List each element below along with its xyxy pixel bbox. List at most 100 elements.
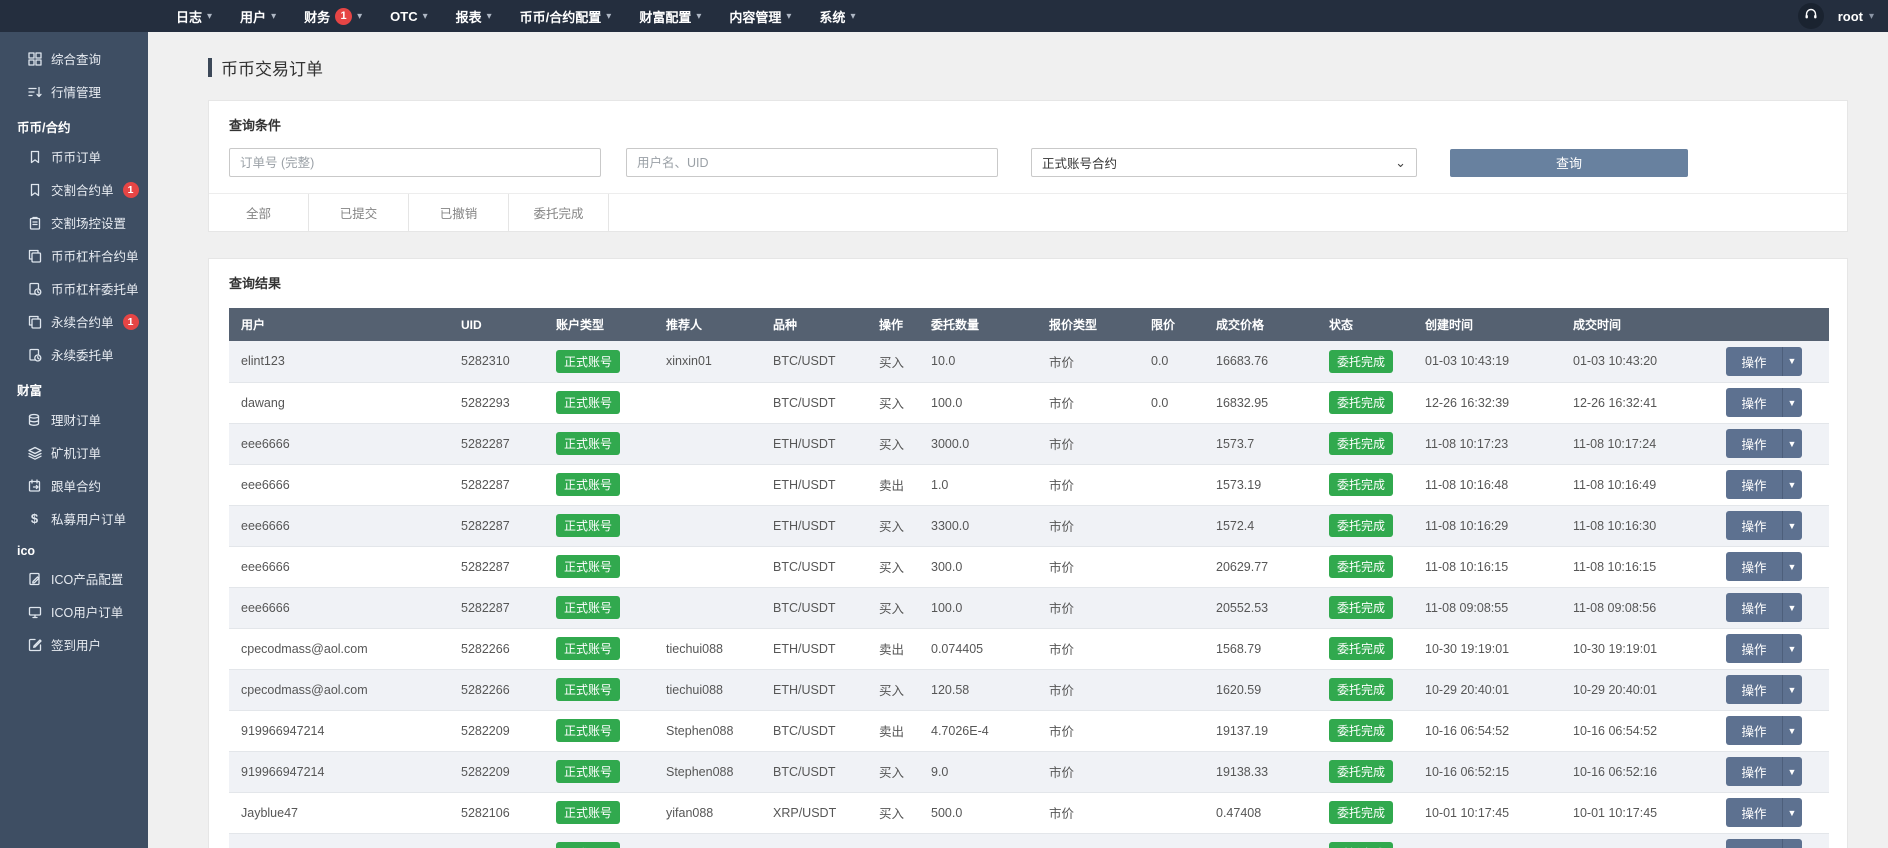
sidebar-item-3[interactable]: 币币订单 xyxy=(0,140,148,173)
user-cell: eee6666 xyxy=(229,505,449,546)
order-number-input[interactable] xyxy=(229,148,601,177)
row-action-dropdown-toggle[interactable]: ▼ xyxy=(1783,798,1802,827)
row-action-dropdown-toggle[interactable]: ▼ xyxy=(1783,839,1802,848)
status-badge: 委托完成 xyxy=(1329,637,1393,660)
nav-item-5[interactable]: 币币/合约配置▾ xyxy=(506,0,626,32)
tab-0[interactable]: 全部 xyxy=(209,194,309,231)
pair-cell: ETH/USDT xyxy=(761,628,867,669)
table-row: elint1235282310正式账号xinxin01BTC/USDT买入10.… xyxy=(229,341,1829,382)
row-action-button[interactable]: 操作▼ xyxy=(1726,757,1801,786)
sidebar-item-9[interactable]: 永续委托单 xyxy=(0,338,148,371)
row-action-label[interactable]: 操作 xyxy=(1726,552,1782,581)
row-action-button[interactable]: 操作▼ xyxy=(1726,347,1801,376)
sidebar-item-17[interactable]: ICO用户订单 xyxy=(0,595,148,628)
dealt-cell: 10-16 06:52:16 xyxy=(1561,751,1699,792)
row-action-button[interactable]: 操作▼ xyxy=(1726,470,1801,499)
column-header: 品种 xyxy=(761,308,867,341)
orders-table: 用户UID账户类型推荐人品种操作委托数量报价类型限价成交价格状态创建时间成交时间… xyxy=(229,308,1829,848)
row-action-label[interactable]: 操作 xyxy=(1726,593,1782,622)
account-type-badge: 正式账号 xyxy=(556,760,620,783)
tab-3[interactable]: 委托完成 xyxy=(509,194,609,231)
user-menu[interactable]: root ▾ xyxy=(1838,9,1874,24)
row-action-button[interactable]: 操作▼ xyxy=(1726,593,1801,622)
support-button[interactable] xyxy=(1798,3,1824,29)
row-action-button[interactable]: 操作▼ xyxy=(1726,511,1801,540)
sidebar-item-8[interactable]: 永续合约单1 xyxy=(0,305,148,338)
row-action-dropdown-toggle[interactable]: ▼ xyxy=(1783,429,1802,458)
sidebar-item-7[interactable]: 币币杠杆委托单 xyxy=(0,272,148,305)
tab-2[interactable]: 已撤销 xyxy=(409,194,509,231)
amount-cell: 120.58 xyxy=(919,669,1037,710)
status-cell: 委托完成 xyxy=(1317,669,1413,710)
row-action-dropdown-toggle[interactable]: ▼ xyxy=(1783,388,1802,417)
nav-item-6[interactable]: 财富配置▾ xyxy=(625,0,715,32)
row-action-dropdown-toggle[interactable]: ▼ xyxy=(1783,634,1802,663)
row-action-button[interactable]: 操作▼ xyxy=(1726,634,1801,663)
row-action-label[interactable]: 操作 xyxy=(1726,634,1782,663)
sidebar-item-11[interactable]: 理财订单 xyxy=(0,403,148,436)
nav-item-0[interactable]: 日志▾ xyxy=(162,0,226,32)
column-header: 操作 xyxy=(867,308,919,341)
sidebar-item-12[interactable]: 矿机订单 xyxy=(0,436,148,469)
sidebar-item-1[interactable]: 行情管理 xyxy=(0,75,148,108)
row-action-dropdown-toggle[interactable]: ▼ xyxy=(1783,511,1802,540)
status-cell: 委托完成 xyxy=(1317,423,1413,464)
referrer-cell: Stephen088 xyxy=(654,751,761,792)
row-action-dropdown-toggle[interactable]: ▼ xyxy=(1783,757,1802,786)
row-action-dropdown-toggle[interactable]: ▼ xyxy=(1783,675,1802,704)
row-action-label[interactable]: 操作 xyxy=(1726,675,1782,704)
row-action-button[interactable]: 操作▼ xyxy=(1726,429,1801,458)
row-action-label[interactable]: 操作 xyxy=(1726,798,1782,827)
row-action-button[interactable]: 操作▼ xyxy=(1726,798,1801,827)
row-action-button[interactable]: 操作▼ xyxy=(1726,552,1801,581)
row-action-label[interactable]: 操作 xyxy=(1726,757,1782,786)
limit-cell xyxy=(1139,751,1204,792)
row-action-dropdown-toggle[interactable]: ▼ xyxy=(1783,552,1802,581)
sidebar-item-4[interactable]: 交割合约单1 xyxy=(0,173,148,206)
clipboard-icon xyxy=(27,215,42,230)
uid-cell: 5282287 xyxy=(449,505,544,546)
nav-item-1[interactable]: 用户▾ xyxy=(226,0,290,32)
username-uid-input[interactable] xyxy=(626,148,998,177)
sidebar-item-5[interactable]: 交割场控设置 xyxy=(0,206,148,239)
actions-cell: 操作▼ xyxy=(1699,833,1829,848)
row-action-label[interactable]: 操作 xyxy=(1726,839,1782,848)
account-type-select[interactable]: 正式账号合约 ⌄ xyxy=(1031,148,1417,177)
row-action-button[interactable]: 操作▼ xyxy=(1726,716,1801,745)
sidebar-item-18[interactable]: 签到用户 xyxy=(0,628,148,661)
nav-item-2[interactable]: 财务1▾ xyxy=(290,0,376,32)
nav-item-8[interactable]: 系统▾ xyxy=(805,0,869,32)
row-action-label[interactable]: 操作 xyxy=(1726,347,1782,376)
sidebar-item-16[interactable]: ICO产品配置 xyxy=(0,562,148,595)
dollar-icon: $ xyxy=(27,511,42,526)
row-action-label[interactable]: 操作 xyxy=(1726,716,1782,745)
search-button[interactable]: 查询 xyxy=(1450,149,1688,177)
row-action-dropdown-toggle[interactable]: ▼ xyxy=(1783,347,1802,376)
account-type-badge: 正式账号 xyxy=(556,432,620,455)
pair-cell: BTC/USDT xyxy=(761,751,867,792)
user-cell: eee6666 xyxy=(229,546,449,587)
row-action-button[interactable]: 操作▼ xyxy=(1726,675,1801,704)
sidebar-item-6[interactable]: 币币杠杆合约单 xyxy=(0,239,148,272)
user-name: root xyxy=(1838,9,1863,24)
row-action-label[interactable]: 操作 xyxy=(1726,429,1782,458)
sidebar-item-14[interactable]: $私募用户订单 xyxy=(0,502,148,535)
row-action-label[interactable]: 操作 xyxy=(1726,470,1782,499)
nav-item-7[interactable]: 内容管理▾ xyxy=(715,0,805,32)
sidebar-item-0[interactable]: 综合查询 xyxy=(0,42,148,75)
row-action-button[interactable]: 操作▼ xyxy=(1726,388,1801,417)
page-title: 币币交易订单 xyxy=(208,55,1848,80)
row-action-dropdown-toggle[interactable]: ▼ xyxy=(1783,593,1802,622)
row-action-dropdown-toggle[interactable]: ▼ xyxy=(1783,470,1802,499)
row-action-label[interactable]: 操作 xyxy=(1726,388,1782,417)
sidebar-item-13[interactable]: 跟单合约 xyxy=(0,469,148,502)
dealt-cell: 11-08 10:16:30 xyxy=(1561,505,1699,546)
tab-1[interactable]: 已提交 xyxy=(309,194,409,231)
amount-cell: 1.0 xyxy=(919,464,1037,505)
row-action-label[interactable]: 操作 xyxy=(1726,511,1782,540)
row-action-button[interactable]: 操作▼ xyxy=(1726,839,1801,848)
row-action-dropdown-toggle[interactable]: ▼ xyxy=(1783,716,1802,745)
nav-item-4[interactable]: 报表▾ xyxy=(442,0,506,32)
price_type-cell: 市价 xyxy=(1037,423,1139,464)
nav-item-3[interactable]: OTC▾ xyxy=(376,0,441,32)
